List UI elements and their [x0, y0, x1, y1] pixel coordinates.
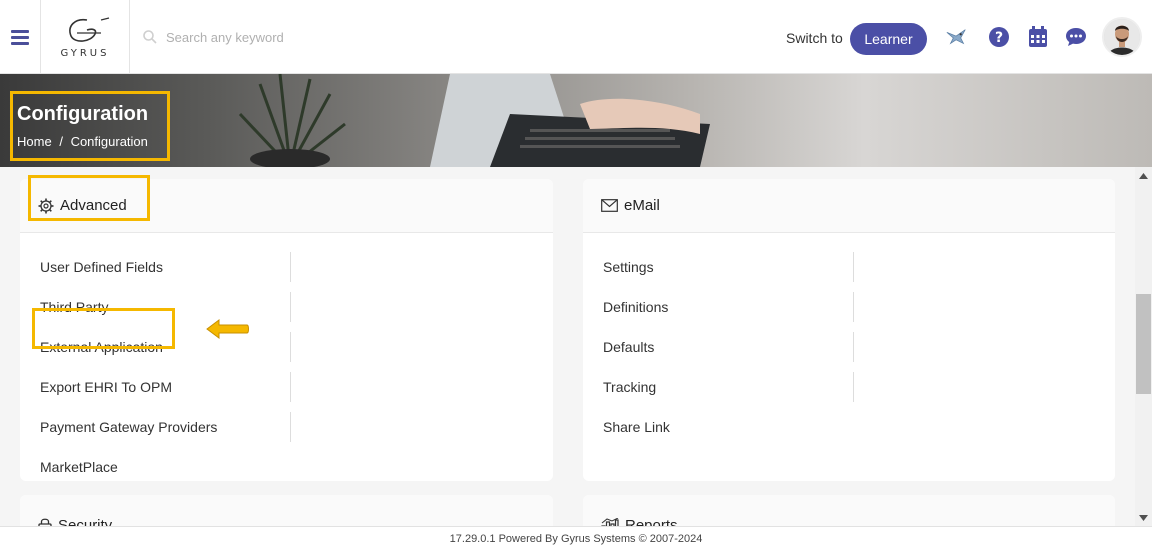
calendar-icon[interactable] [1026, 25, 1050, 49]
menu-link[interactable]: Tracking [583, 379, 853, 395]
page-title: Configuration [17, 103, 149, 125]
config-content: Advanced User Defined Fields Third Party… [0, 167, 1135, 526]
logo-text: GYRUS [60, 47, 110, 59]
reports-card: Reports [583, 495, 1115, 526]
menu-item-marketplace: MarketPlace [20, 447, 553, 487]
security-card-title: Security [58, 517, 113, 526]
menu-item-user-defined-fields: User Defined Fields [20, 247, 553, 287]
email-menu-list: Settings Definitions Defaults Tracking S… [583, 233, 1115, 447]
menu-icon[interactable] [0, 0, 40, 74]
email-card: eMail Settings Definitions Defaults Trac… [583, 179, 1115, 481]
user-avatar[interactable] [1102, 17, 1142, 57]
envelope-icon [601, 199, 618, 212]
arrow-left-icon [206, 319, 249, 339]
chat-icon[interactable] [1064, 25, 1088, 49]
footer-text: 17.29.0.1 Powered By Gyrus Systems © 200… [449, 533, 703, 545]
lock-icon [38, 518, 52, 526]
top-header: GYRUS Switch to Learner ? [0, 0, 1152, 74]
advanced-menu-list: User Defined Fields Third Party External… [20, 233, 553, 487]
menu-item-defaults: Defaults [583, 327, 1115, 367]
search-bar[interactable] [142, 26, 502, 48]
menu-link[interactable]: Definitions [583, 299, 853, 315]
menu-link[interactable]: MarketPlace [20, 459, 290, 475]
security-card-header: Security [20, 495, 553, 526]
menu-link[interactable]: Export EHRI To OPM [20, 379, 290, 395]
help-icon[interactable]: ? [987, 25, 1011, 49]
page-banner [0, 74, 1152, 167]
plant-image [238, 74, 346, 167]
page-heading-highlight: Configuration Home / Configuration [10, 91, 170, 161]
menu-link[interactable]: User Defined Fields [20, 259, 290, 275]
reports-card-header: Reports [583, 495, 1115, 526]
scroll-down-icon[interactable] [1135, 509, 1152, 526]
email-card-header: eMail [583, 179, 1115, 233]
breadcrumb-home[interactable]: Home [17, 134, 52, 149]
reports-card-title: Reports [625, 517, 678, 526]
security-card: Security [20, 495, 553, 526]
gyrus-logo-mark [69, 16, 110, 42]
menu-link[interactable]: Payment Gateway Providers [20, 419, 290, 435]
breadcrumb-separator: / [59, 134, 63, 149]
laptop-image [430, 74, 710, 167]
menu-item-share-link: Share Link [583, 407, 1115, 447]
menu-link[interactable]: Share Link [583, 419, 853, 435]
menu-item-definitions: Definitions [583, 287, 1115, 327]
scroll-thumb[interactable] [1136, 294, 1151, 394]
svg-text:?: ? [995, 30, 1003, 46]
learner-button[interactable]: Learner [850, 23, 927, 55]
menu-item-settings: Settings [583, 247, 1115, 287]
menu-item-tracking: Tracking [583, 367, 1115, 407]
breadcrumb-current: Configuration [70, 134, 148, 149]
bar-chart-icon [601, 518, 619, 526]
bird-icon[interactable] [945, 25, 969, 49]
menu-item-export-ehri: Export EHRI To OPM [20, 367, 553, 407]
email-card-title: eMail [624, 197, 660, 214]
search-icon [143, 30, 157, 44]
menu-item-payment-gateway: Payment Gateway Providers [20, 407, 553, 447]
search-input[interactable] [166, 29, 466, 45]
menu-link[interactable]: Settings [583, 259, 853, 275]
breadcrumb: Home / Configuration [17, 134, 163, 149]
switch-to-label: Switch to [786, 30, 843, 46]
external-application-highlight-box [32, 308, 175, 349]
gyrus-logo[interactable]: GYRUS [40, 0, 130, 74]
advanced-highlight-box [28, 175, 150, 221]
menu-link[interactable]: Defaults [583, 339, 853, 355]
vertical-scrollbar[interactable] [1135, 167, 1152, 526]
footer: 17.29.0.1 Powered By Gyrus Systems © 200… [0, 526, 1152, 551]
scroll-up-icon[interactable] [1135, 167, 1152, 184]
